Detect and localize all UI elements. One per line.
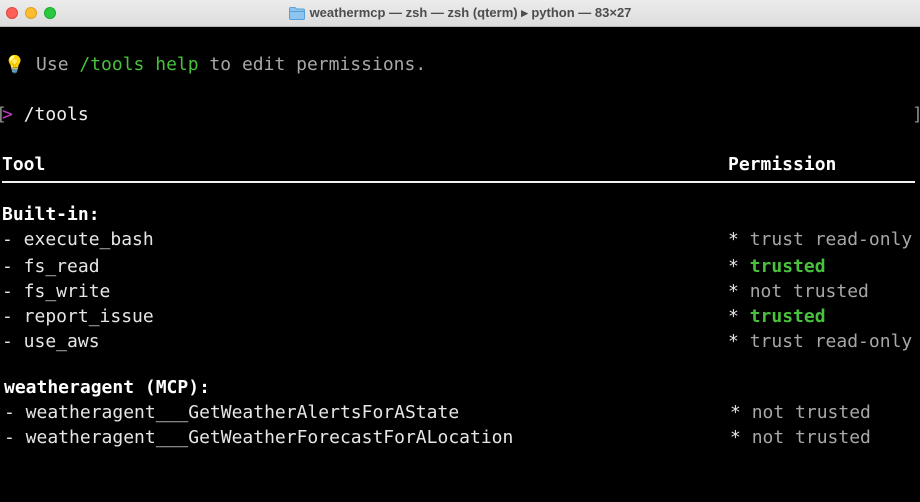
header-divider <box>2 181 915 183</box>
hint-command: /tools help <box>79 54 199 75</box>
permission-bullet: * <box>730 402 741 423</box>
hint-text-before: Use <box>36 54 80 75</box>
tool-permission: * trusted <box>728 254 826 279</box>
column-header-permission: Permission <box>728 154 837 175</box>
prompt-line[interactable]: > /tools <box>2 102 89 127</box>
tool-name: - use_aws <box>2 331 100 352</box>
permission-status-trusted: trusted <box>749 256 826 277</box>
tool-permission: * trusted <box>728 304 826 329</box>
hint-text-after: to edit permissions. <box>198 54 427 75</box>
lightbulb-icon: 💡 <box>4 55 26 75</box>
tool-name: - weatheragent___GetWeatherAlertsForASta… <box>4 402 460 423</box>
permission-bullet: * <box>728 306 739 327</box>
tool-permission: * not trusted <box>730 400 871 425</box>
column-header-tool: Tool <box>2 154 46 175</box>
permission-bullet: * <box>728 331 739 352</box>
permission-bullet: * <box>728 281 739 302</box>
permission-status-trusted: trusted <box>749 306 826 327</box>
window-title-area: weathermcp — zsh — zsh (qterm) ▸ python … <box>0 0 920 26</box>
permission-bullet: * <box>730 427 741 448</box>
tool-name: - weatheragent___GetWeatherForecastForAL… <box>4 427 514 448</box>
terminal-window: weathermcp — zsh — zsh (qterm) ▸ python … <box>0 0 920 502</box>
prompt-command: /tools <box>23 104 89 125</box>
group-heading-mcp: weatheragent (MCP): <box>4 377 210 398</box>
permission-status-not-trusted: not trusted <box>751 402 871 423</box>
tool-name: - fs_write <box>2 281 111 302</box>
tool-permission: * trust read-only <box>728 227 912 252</box>
permission-status-not-trusted: not trusted <box>751 427 871 448</box>
permission-status-read-only: trust read-only <box>749 331 913 352</box>
permission-status-read-only: trust read-only <box>749 229 913 250</box>
permission-bullet: * <box>728 256 739 277</box>
permission-bullet: * <box>728 229 739 250</box>
tool-permission: * not trusted <box>728 279 869 304</box>
tool-name: - fs_read <box>2 256 100 277</box>
tool-name: - execute_bash <box>2 229 154 250</box>
window-title: weathermcp — zsh — zsh (qterm) ▸ python … <box>309 5 632 20</box>
terminal-output[interactable]: 💡 Use /tools help to edit permissions. [… <box>0 27 920 502</box>
prompt-right-bracket: ] <box>912 102 920 127</box>
prompt-symbol: > <box>2 104 13 125</box>
permission-status-not-trusted: not trusted <box>749 281 869 302</box>
tool-permission: * trust read-only <box>728 329 912 354</box>
title-bar[interactable]: weathermcp — zsh — zsh (qterm) ▸ python … <box>0 0 920 27</box>
hint-line: 💡 Use /tools help to edit permissions. <box>4 52 426 78</box>
folder-icon <box>288 6 305 20</box>
tool-permission: * not trusted <box>730 425 871 450</box>
group-heading-builtin: Built-in: <box>2 204 100 225</box>
tool-name: - report_issue <box>2 306 154 327</box>
